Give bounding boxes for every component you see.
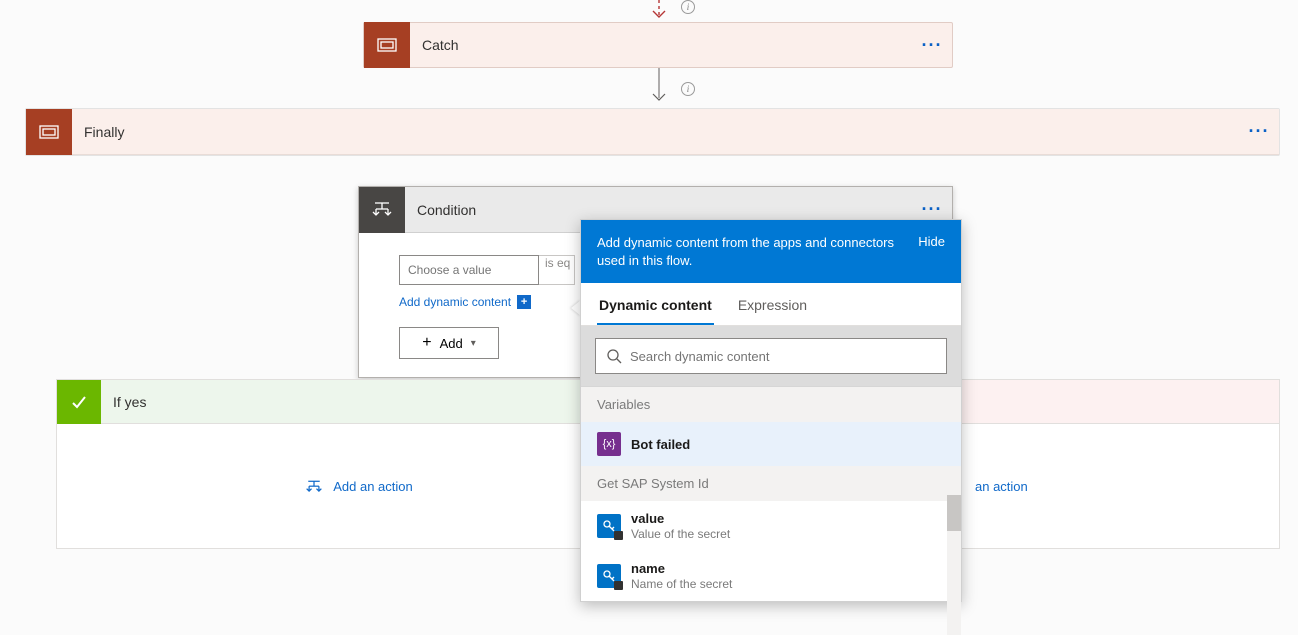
chevron-down-icon: ▾: [471, 338, 476, 349]
keyvault-icon: [597, 514, 621, 538]
more-menu-icon[interactable]: ···: [912, 199, 952, 220]
add-action-label: an action: [975, 479, 1028, 494]
condition-icon: [305, 478, 323, 496]
tab-expression[interactable]: Expression: [736, 283, 809, 325]
tab-dynamic-content[interactable]: Dynamic content: [597, 283, 714, 325]
dynamic-item-subtitle: Name of the secret: [631, 577, 732, 591]
dynamic-content-heading: Add dynamic content from the apps and co…: [597, 234, 897, 269]
more-menu-icon[interactable]: ···: [912, 35, 952, 56]
more-menu-icon[interactable]: ···: [1239, 121, 1279, 142]
dynamic-search-input[interactable]: [622, 349, 936, 364]
condition-title: Condition: [405, 202, 912, 218]
dynamic-item-title: Bot failed: [631, 437, 690, 452]
variable-icon: {x}: [597, 432, 621, 456]
plus-icon: +: [517, 295, 531, 309]
plus-icon: +: [422, 335, 431, 351]
info-icon[interactable]: i: [681, 0, 695, 14]
add-condition-button[interactable]: + Add ▾: [399, 327, 499, 359]
group-header-sap: Get SAP System Id: [581, 466, 961, 501]
search-icon: [606, 348, 622, 364]
dynamic-item-value[interactable]: value Value of the secret: [581, 501, 961, 551]
dynamic-content-panel: Add dynamic content from the apps and co…: [580, 219, 962, 602]
add-dynamic-content-link[interactable]: Add dynamic content +: [399, 295, 531, 309]
keyvault-icon: [597, 564, 621, 588]
info-icon[interactable]: i: [681, 82, 695, 96]
add-dynamic-content-label: Add dynamic content: [399, 295, 511, 309]
if-yes-label: If yes: [101, 394, 158, 410]
finally-scope-card: Finally ···: [25, 108, 1280, 156]
condition-left-value-input[interactable]: [399, 255, 539, 285]
dynamic-item-title: value: [631, 511, 730, 526]
dynamic-search[interactable]: [595, 338, 947, 374]
if-yes-header[interactable]: If yes: [57, 380, 661, 424]
scope-icon: [364, 22, 410, 68]
dynamic-item-bot-failed[interactable]: {x} Bot failed: [581, 422, 961, 466]
dynamic-item-title: name: [631, 561, 732, 576]
scope-icon: [26, 109, 72, 155]
catch-scope-card[interactable]: Catch ···: [363, 22, 953, 68]
add-action-label: Add an action: [333, 479, 413, 494]
finally-header[interactable]: Finally ···: [26, 109, 1279, 155]
add-button-label: Add: [440, 336, 463, 351]
scrollbar-thumb[interactable]: [947, 495, 961, 531]
hide-panel-button[interactable]: Hide: [918, 234, 945, 249]
dynamic-item-name[interactable]: name Name of the secret: [581, 551, 961, 601]
if-yes-branch: If yes Add an action: [56, 379, 662, 549]
condition-operator-select[interactable]: is eq: [539, 255, 575, 285]
dynamic-item-subtitle: Value of the secret: [631, 527, 730, 541]
condition-icon: [359, 187, 405, 233]
catch-title: Catch: [410, 37, 912, 53]
add-action-yes[interactable]: Add an action: [305, 478, 413, 496]
group-header-variables: Variables: [581, 387, 961, 422]
add-action-no[interactable]: an action: [975, 479, 1028, 494]
check-icon: [57, 380, 101, 424]
finally-title: Finally: [72, 124, 1239, 140]
